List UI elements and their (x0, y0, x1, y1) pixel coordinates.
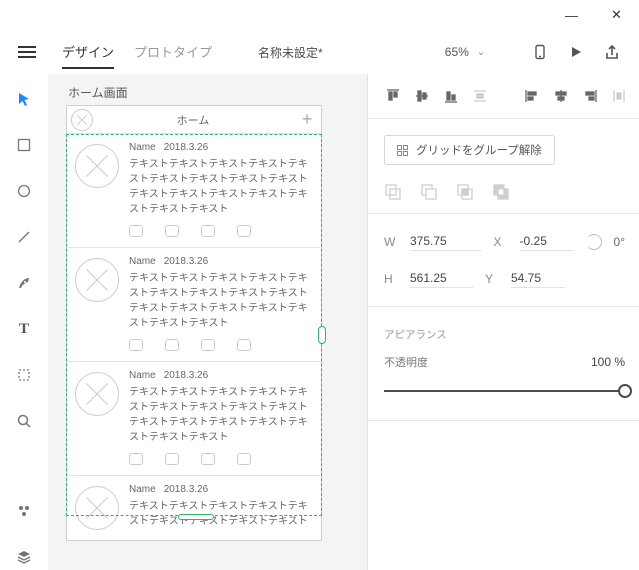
item-text: テキストテキストテキストテキストテキストテキストテキストテキストテキストテキスト… (129, 157, 313, 217)
device-preview-icon[interactable] (527, 39, 553, 65)
align-center-icon[interactable] (552, 87, 570, 105)
checkbox-placeholder (237, 225, 251, 237)
artboard[interactable]: ホーム + Name 2018.3.26 テキストテキストテキストテキストテキスト… (66, 105, 322, 541)
zoom-tool[interactable] (11, 408, 37, 434)
rotation-input[interactable]: 0° (614, 235, 625, 249)
avatar-placeholder-icon (75, 144, 119, 188)
grid-icon (397, 145, 408, 156)
list-item: Name 2018.3.26 テキストテキストテキストテキストテキストテキストテキ… (67, 134, 321, 248)
artboard-title: ホーム (93, 112, 293, 128)
x-input[interactable]: -0.25 (520, 232, 574, 251)
width-input[interactable]: 375.75 (410, 232, 482, 251)
window-close-button[interactable]: ✕ (594, 0, 639, 30)
y-label: Y (485, 272, 499, 286)
appearance-section-label: アピアランス (384, 327, 625, 342)
play-icon[interactable] (563, 39, 589, 65)
width-label: W (384, 235, 398, 249)
boolean-exclude-icon (492, 183, 510, 201)
line-tool[interactable] (11, 224, 37, 250)
boolean-add-icon (384, 183, 402, 201)
tab-design[interactable]: デザイン (62, 36, 114, 69)
hamburger-menu-icon[interactable] (10, 40, 44, 64)
align-middle-icon[interactable] (413, 87, 431, 105)
opacity-slider[interactable] (384, 384, 625, 398)
avatar-placeholder-icon (75, 372, 119, 416)
pen-tool[interactable] (11, 270, 37, 296)
share-icon[interactable] (599, 39, 625, 65)
window-minimize-button[interactable]: — (549, 0, 594, 30)
assets-panel-icon[interactable] (11, 498, 37, 524)
opacity-label: 不透明度 (384, 354, 428, 370)
boolean-intersect-icon (456, 183, 474, 201)
distribute-v-icon (471, 87, 489, 105)
align-right-icon[interactable] (581, 87, 599, 105)
rectangle-tool[interactable] (11, 132, 37, 158)
zoom-value: 65% (445, 45, 469, 59)
chevron-down-icon: ⌄ (477, 47, 485, 58)
artboard-name[interactable]: ホーム画面 (68, 84, 357, 101)
artboard-tool[interactable] (11, 362, 37, 388)
zoom-dropdown[interactable]: 65% ⌄ (429, 40, 501, 64)
close-icon (71, 109, 93, 131)
checkbox-placeholder (201, 225, 215, 237)
plus-icon: + (293, 109, 321, 130)
align-bottom-icon[interactable] (442, 87, 460, 105)
artboard-header: ホーム + (67, 106, 321, 134)
tab-prototype[interactable]: プロトタイプ (134, 36, 212, 69)
align-top-icon[interactable] (384, 87, 402, 105)
height-input[interactable]: 561.25 (410, 269, 473, 288)
layers-panel-icon[interactable] (11, 544, 37, 570)
align-left-icon[interactable] (523, 87, 541, 105)
text-tool[interactable]: T (11, 316, 37, 342)
checkbox-placeholder (165, 225, 179, 237)
select-tool[interactable] (11, 86, 37, 112)
list-item: Name2018.3.26 テキストテキストテキストテキストテキストテキストテキ… (67, 248, 321, 362)
document-title: 名称未設定* (258, 44, 323, 61)
list-item: Name2018.3.26 テキストテキストテキストテキストテキストテキストテキ… (67, 362, 321, 476)
y-input[interactable]: 54.75 (511, 269, 565, 288)
ungroup-grid-button[interactable]: グリッドをグループ解除 (384, 135, 555, 165)
item-name: Name (129, 142, 156, 153)
avatar-placeholder-icon (75, 486, 119, 530)
avatar-placeholder-icon (75, 258, 119, 302)
height-label: H (384, 272, 398, 286)
rotate-icon (586, 234, 602, 250)
x-label: X (494, 235, 508, 249)
ungroup-grid-label: グリッドをグループ解除 (416, 142, 542, 158)
checkbox-placeholder (129, 225, 143, 237)
distribute-h-icon (610, 87, 628, 105)
ellipse-tool[interactable] (11, 178, 37, 204)
boolean-subtract-icon (420, 183, 438, 201)
opacity-value[interactable]: 100 % (591, 355, 625, 369)
item-date: 2018.3.26 (164, 142, 209, 153)
list-item: Name2018.3.26 テキストテキストテキストテキストテキストテキストテキ… (67, 476, 321, 540)
